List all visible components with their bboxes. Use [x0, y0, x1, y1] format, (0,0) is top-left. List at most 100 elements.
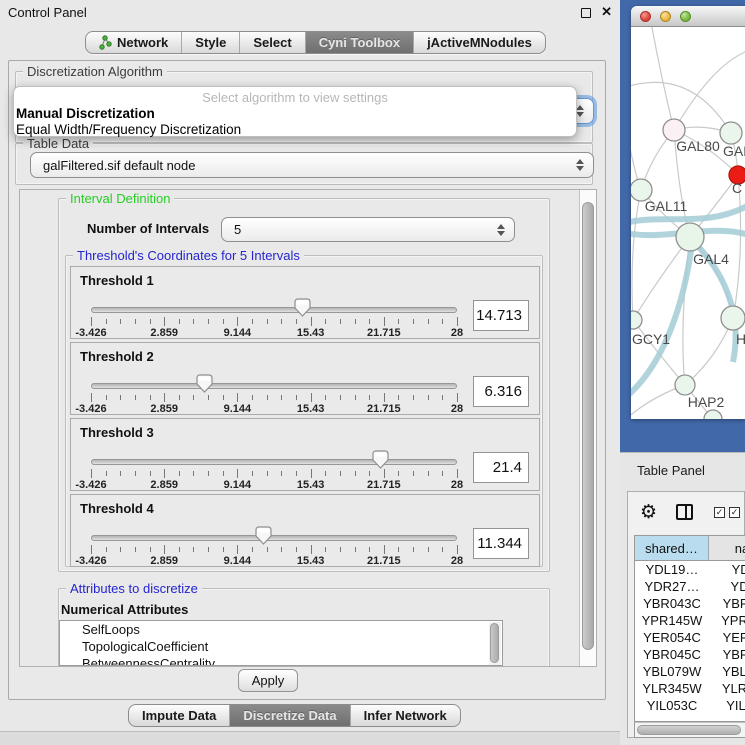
mac-minimize-icon[interactable] — [660, 11, 671, 22]
gear-icon[interactable]: ⚙ — [640, 501, 657, 523]
tick-label: -3.426 — [59, 555, 123, 567]
network-node[interactable] — [675, 375, 695, 395]
network-node[interactable] — [720, 122, 742, 144]
tab-cyni-toolbox[interactable]: Cyni Toolbox — [306, 32, 414, 53]
threshold-value-input[interactable]: 14.713 — [473, 300, 529, 331]
checkbox-icon[interactable]: ✓ — [714, 507, 725, 518]
table-cell: YBR043C — [709, 595, 745, 612]
attribute-list-item[interactable]: SelfLoops — [60, 621, 502, 638]
threshold-panel: Threshold 1-3.4262.8599.14415.4321.71528… — [70, 266, 540, 339]
close-icon[interactable]: ✕ — [601, 4, 612, 20]
horizontal-scrollbar[interactable] — [634, 722, 745, 738]
scrollbar-thumb[interactable] — [637, 725, 741, 735]
network-node-label: H — [736, 331, 745, 347]
bottom-tab-bar: Impute Data Discretize Data Infer Network — [128, 704, 461, 727]
threshold-value-input[interactable]: 6.316 — [473, 376, 529, 407]
columns-icon[interactable] — [676, 504, 693, 520]
thresholds-group: Threshold's Coordinates for 5 Intervals … — [65, 255, 543, 567]
checkbox-icon[interactable]: ✓ — [729, 507, 740, 518]
slider-track[interactable] — [91, 307, 457, 313]
table-cell: YBR045C — [709, 646, 745, 663]
slider-track[interactable] — [91, 459, 457, 465]
popup-item[interactable]: Manual Discretization — [14, 106, 576, 122]
threshold-panel: Threshold 3-3.4262.8599.14415.4321.71528… — [70, 418, 540, 491]
table-cell: YBL079W — [709, 663, 745, 680]
table-row[interactable]: YDL19…YDL19 — [635, 561, 745, 578]
network-canvas[interactable]: GAL80GALCGAL11GAL4GCY1HHAP2 — [631, 27, 745, 419]
threshold-value-input[interactable]: 11.344 — [473, 528, 529, 559]
panel-title: Control Panel — [8, 5, 87, 20]
network-node[interactable] — [676, 223, 704, 251]
network-edge — [632, 190, 641, 320]
table-row[interactable]: YBL079WYBL079W — [635, 663, 745, 680]
mac-zoom-icon[interactable] — [680, 11, 691, 22]
table-row[interactable]: YBR045CYBR045C — [635, 646, 745, 663]
scrollbar-thumb[interactable] — [490, 623, 499, 663]
num-intervals-label: Number of Intervals — [87, 221, 209, 236]
node-table[interactable]: shared…name YDL19…YDL19YDR27…YDR27YBR043… — [634, 535, 745, 722]
table-column-header[interactable]: shared… — [635, 536, 709, 560]
table-row[interactable]: YPR145WYPR145W — [635, 612, 745, 629]
popup-item[interactable]: Equal Width/Frequency Discretization — [14, 122, 576, 138]
bottom-tab-impute-data[interactable]: Impute Data — [129, 705, 230, 726]
threshold-panel: Threshold 2-3.4262.8599.14415.4321.71528… — [70, 342, 540, 415]
float-window-icon[interactable] — [581, 8, 591, 18]
group-title: Table Data — [23, 136, 93, 151]
slider-thumb[interactable] — [255, 526, 272, 546]
tick-label: 15.43 — [279, 327, 343, 339]
vertical-scrollbar[interactable] — [579, 190, 596, 666]
tick-label: 21.715 — [352, 479, 416, 491]
threshold-label: Threshold 2 — [80, 349, 154, 364]
mac-close-icon[interactable] — [640, 11, 651, 22]
apply-button[interactable]: Apply — [238, 669, 298, 692]
tick-label: 2.859 — [132, 479, 196, 491]
table-row[interactable]: YIL053CYIL053C — [635, 697, 745, 714]
table-panel-body: ⚙ ✓ ✓ shared…name YDL19…YDL19YDR27…YDR27… — [627, 491, 745, 738]
bottom-tab-discretize-data[interactable]: Discretize Data — [230, 705, 350, 726]
settings-scroll-panel: Interval Definition Number of Intervals … — [19, 189, 597, 667]
network-node-label: GAL11 — [645, 198, 688, 214]
tab-select[interactable]: Select — [240, 32, 305, 53]
table-data-group: Table Data galFiltered.sif default node — [15, 143, 593, 185]
table-row[interactable]: YLR345WYLR345W — [635, 680, 745, 697]
group-title: Attributes to discretize — [66, 581, 202, 596]
attribute-list-item[interactable]: BetweennessCentrality — [60, 655, 502, 666]
table-cell: YDR27 — [709, 578, 745, 595]
tab-style[interactable]: Style — [182, 32, 240, 53]
tab-network[interactable]: Network — [86, 32, 182, 53]
slider-thumb[interactable] — [372, 450, 389, 470]
slider-thumb[interactable] — [196, 374, 213, 394]
table-row[interactable]: YDR27…YDR27 — [635, 578, 745, 595]
list-scrollbar[interactable] — [489, 622, 501, 666]
attribute-list-item[interactable]: TopologicalCoefficient — [60, 638, 502, 655]
slider-ticks — [91, 545, 457, 555]
network-node[interactable] — [721, 306, 745, 330]
network-node-label: GAL — [723, 143, 745, 159]
tick-label: 15.43 — [279, 555, 343, 567]
bottom-tab-infer-network[interactable]: Infer Network — [351, 705, 460, 726]
table-data-combobox[interactable]: galFiltered.sif default node — [30, 152, 594, 178]
slider-tick-labels: -3.4262.8599.14415.4321.71528 — [91, 327, 457, 339]
tab-label: Infer Network — [364, 708, 447, 723]
tick-label: -3.426 — [59, 479, 123, 491]
slider-track[interactable] — [91, 383, 457, 389]
threshold-label: Threshold 4 — [80, 501, 154, 516]
tick-label: 9.144 — [205, 555, 269, 567]
network-icon — [99, 35, 112, 50]
table-cell: YLR345W — [635, 680, 709, 697]
tab-jactivemnodules[interactable]: jActiveMNodules — [414, 32, 545, 53]
network-node[interactable] — [631, 311, 642, 329]
tick-label: 2.859 — [132, 327, 196, 339]
table-row[interactable]: YER054CYER054C — [635, 629, 745, 646]
network-node-label: C — [732, 180, 742, 196]
scrollbar-thumb[interactable] — [582, 202, 594, 650]
table-cell: YDL19 — [709, 561, 745, 578]
tab-label: Discretize Data — [243, 708, 336, 723]
numerical-attributes-list[interactable]: SelfLoopsTopologicalCoefficientBetweenne… — [59, 620, 503, 666]
num-intervals-combobox[interactable]: 5 — [221, 217, 515, 242]
threshold-value-input[interactable]: 21.4 — [473, 452, 529, 483]
slider-track[interactable] — [91, 535, 457, 541]
table-row[interactable]: YBR043CYBR043C — [635, 595, 745, 612]
slider-thumb[interactable] — [294, 298, 311, 318]
table-column-header[interactable]: name — [709, 536, 745, 560]
